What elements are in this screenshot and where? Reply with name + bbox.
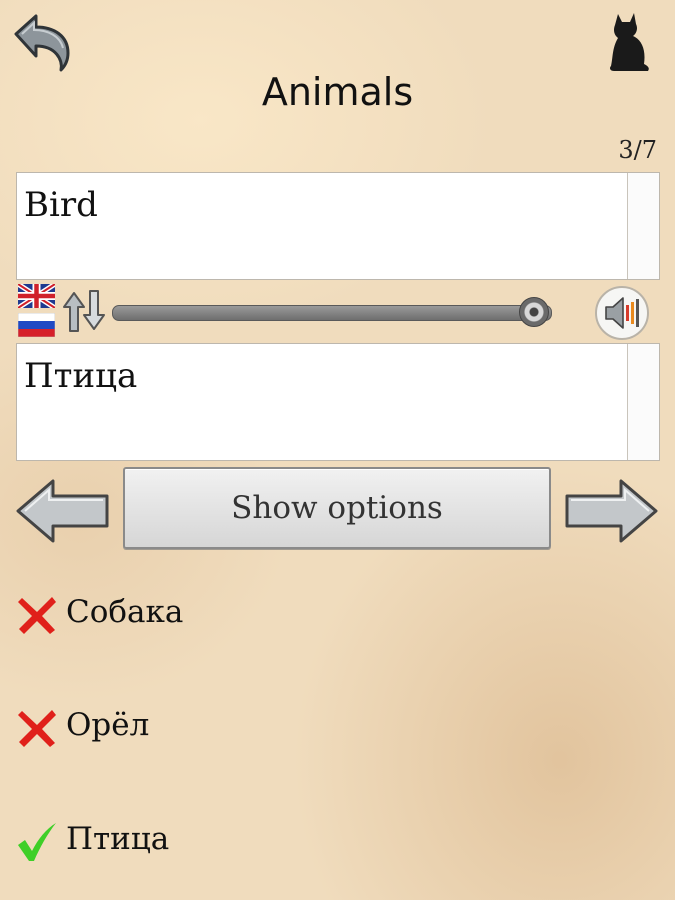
ru-flag-icon[interactable] <box>18 313 55 337</box>
source-word-box[interactable]: Bird <box>16 172 660 280</box>
answer-option[interactable]: Орёл <box>16 703 416 753</box>
cross-icon <box>18 710 56 747</box>
card-counter: 3/7 <box>618 136 657 164</box>
back-arrow-icon <box>14 14 70 72</box>
page-title: Animals <box>261 70 414 114</box>
answer-option-label: Птица <box>66 821 170 857</box>
cross-icon <box>18 597 56 634</box>
slider-track[interactable] <box>112 305 552 321</box>
cat-icon[interactable] <box>604 8 652 74</box>
swap-arrows-icon[interactable] <box>60 287 108 335</box>
answer-option-label: Орёл <box>66 707 150 743</box>
previous-button[interactable] <box>15 478 111 544</box>
answer-option[interactable]: Птица <box>16 817 416 867</box>
source-scrollbar[interactable] <box>627 173 659 279</box>
cat-silhouette-icon <box>610 13 649 71</box>
answer-option[interactable]: Собака <box>16 590 416 640</box>
check-icon <box>18 823 56 861</box>
arrow-left-icon <box>16 479 109 543</box>
answer-option-label: Собака <box>66 594 184 630</box>
translation-word: Птица <box>24 356 138 396</box>
speaker-icon <box>595 286 649 340</box>
arrow-right-icon <box>565 479 658 543</box>
speaker-button[interactable] <box>594 285 650 341</box>
translation-scrollbar[interactable] <box>627 344 659 460</box>
next-button[interactable] <box>563 478 659 544</box>
uk-flag-icon[interactable] <box>18 284 55 308</box>
speed-slider[interactable] <box>112 297 568 327</box>
translation-box[interactable]: Птица <box>16 343 660 461</box>
back-button[interactable] <box>8 8 74 74</box>
source-word: Bird <box>24 185 98 225</box>
slider-knob[interactable] <box>519 297 549 327</box>
show-options-button[interactable]: Show options <box>123 467 551 549</box>
